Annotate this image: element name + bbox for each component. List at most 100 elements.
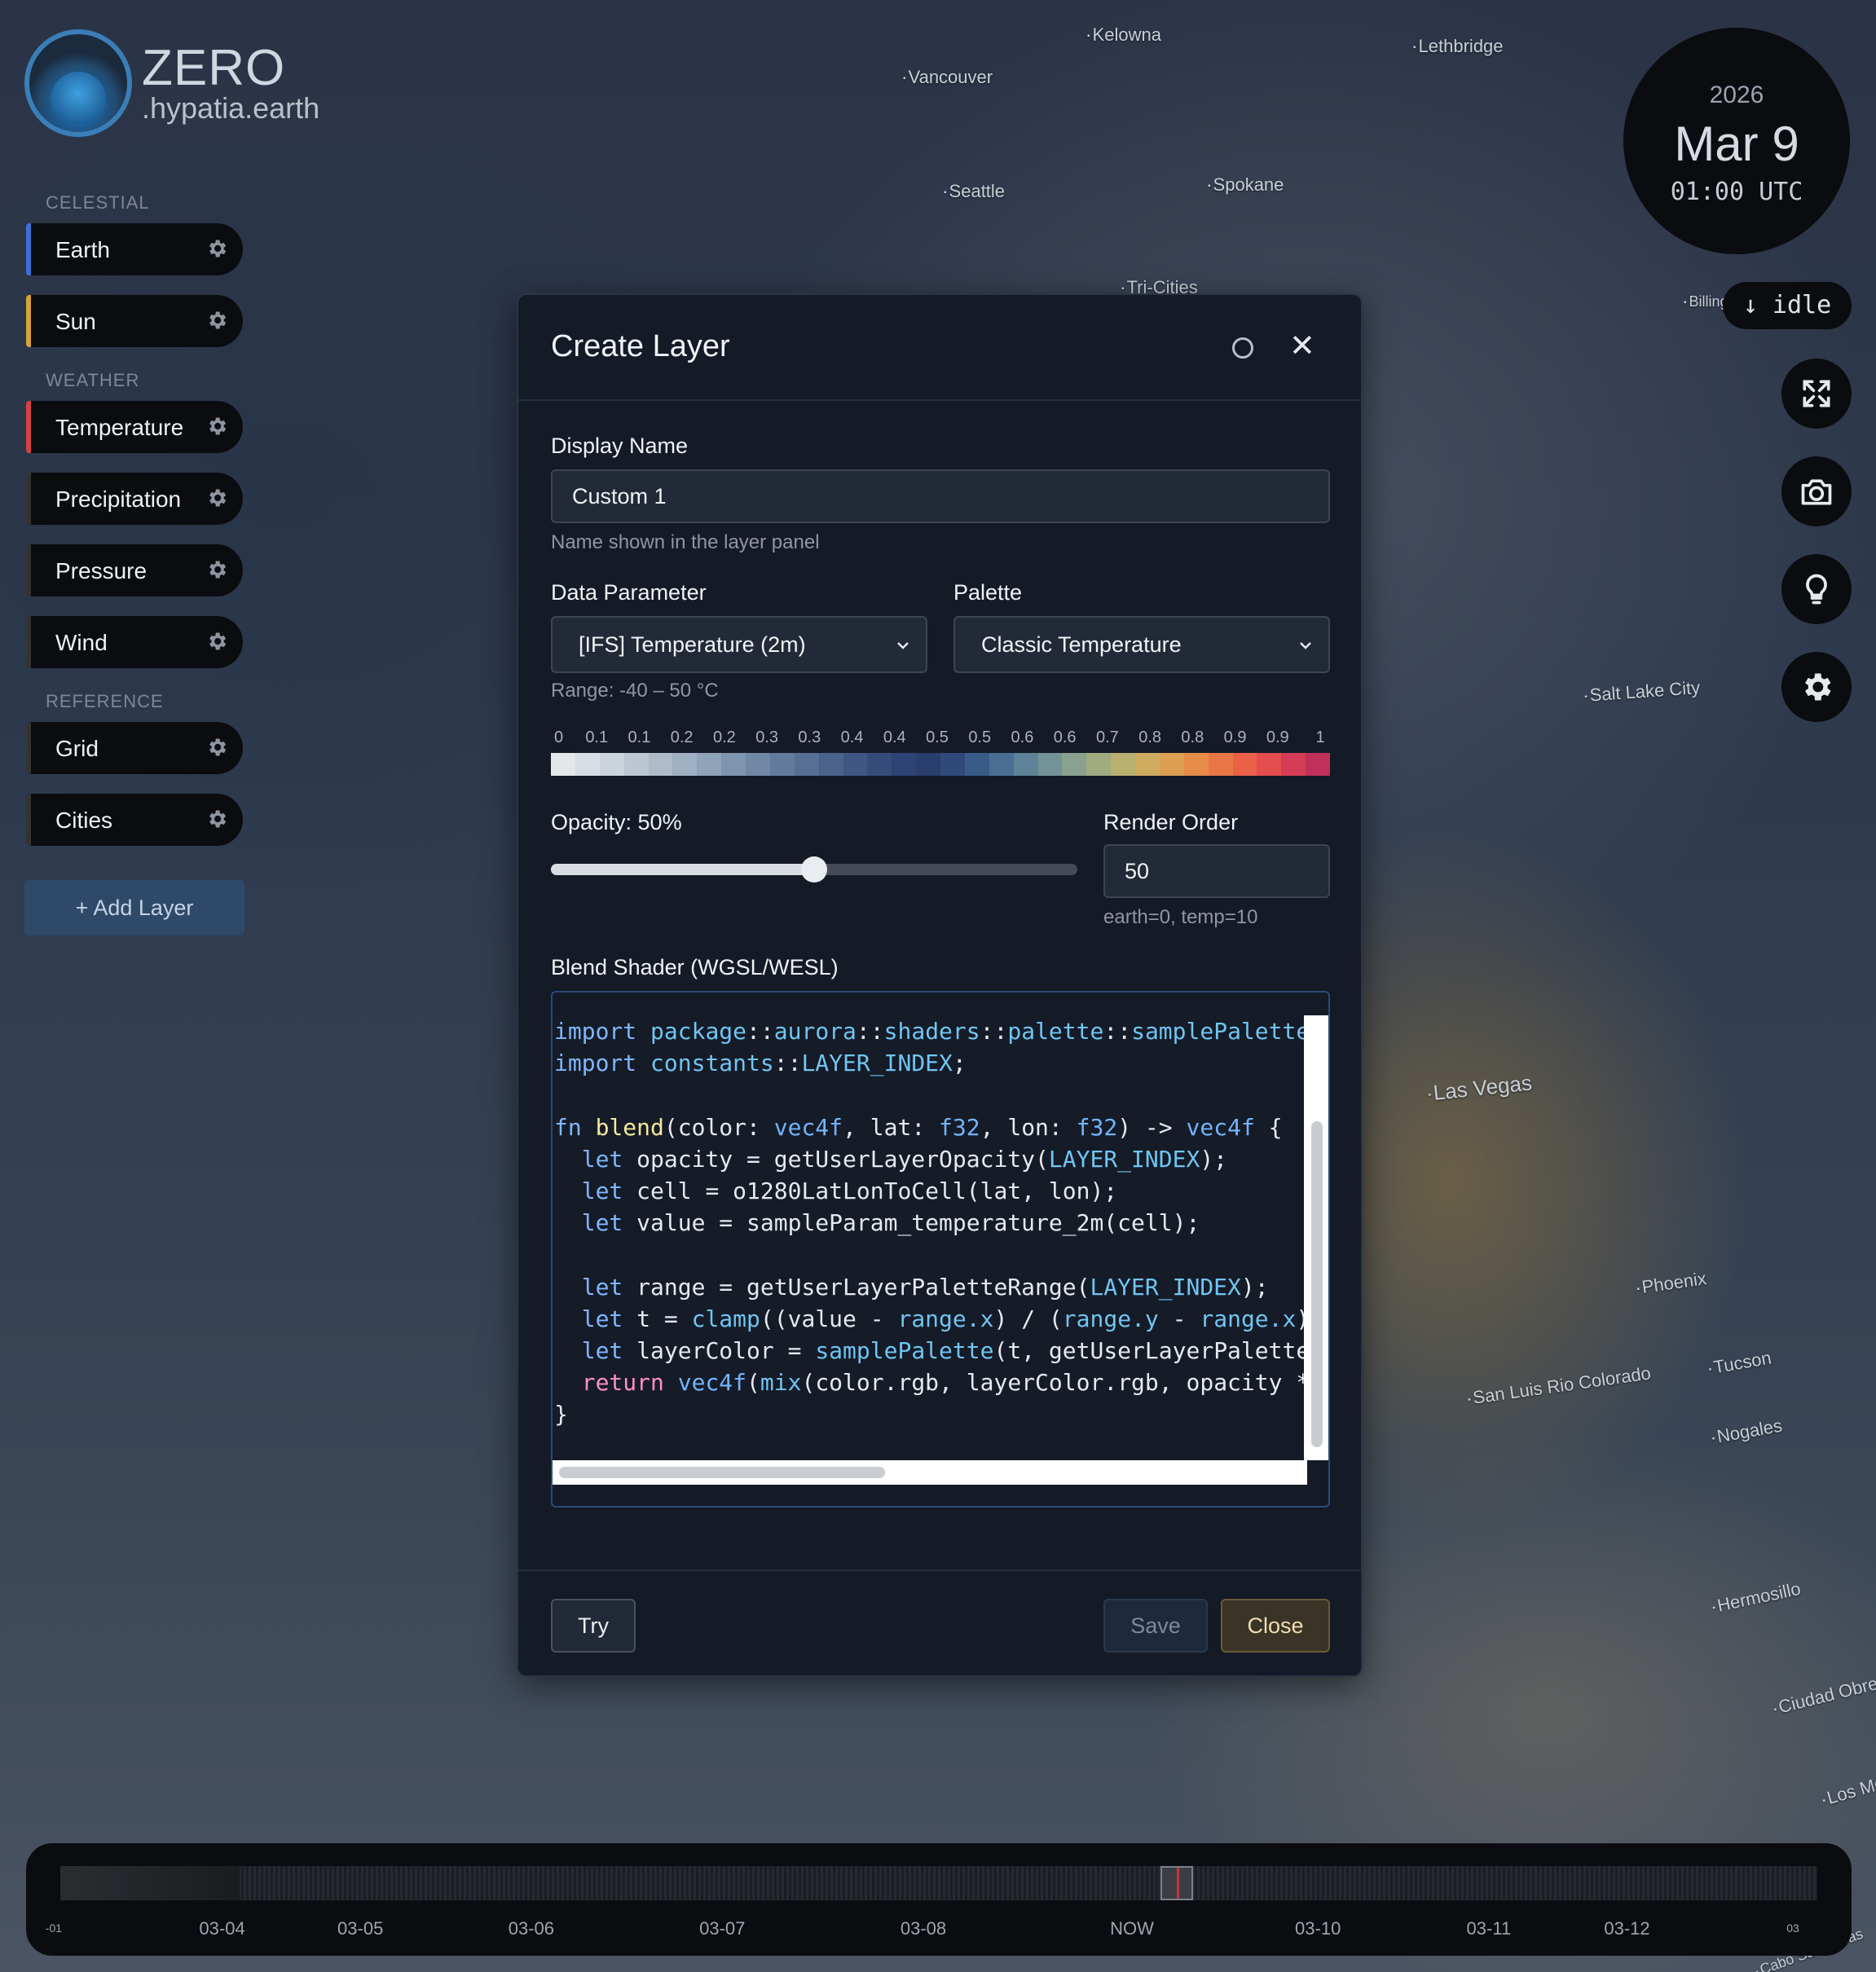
palette-tick-label: 0.4	[840, 728, 864, 746]
sidebar-item-precipitation[interactable]: Precipitation	[26, 473, 243, 525]
palette-tick-label: 0.8	[1138, 728, 1162, 746]
display-name-field[interactable]: Custom 1	[551, 469, 1330, 523]
palette-swatch	[599, 753, 624, 776]
gear-icon[interactable]	[205, 558, 228, 581]
palette-swatch	[1257, 753, 1282, 776]
code-line: let opacity = getUserLayerOpacity(LAYER_…	[581, 1145, 1228, 1173]
screenshot-button[interactable]	[1781, 456, 1852, 526]
city-label: Ciudad Obregón	[1771, 1666, 1876, 1719]
palette-tick-label: 0.1	[628, 728, 651, 746]
save-button[interactable]: Save	[1103, 1599, 1208, 1653]
render-order-field[interactable]: 50	[1103, 844, 1330, 898]
section-title-weather: WEATHER	[46, 370, 140, 390]
palette-tick-label: 0.1	[585, 728, 609, 746]
palette-swatch	[892, 753, 917, 776]
palette-swatch	[964, 753, 989, 776]
code-line: let layerColor = samplePalette(t, getUse…	[581, 1336, 1307, 1364]
city-label: Hermosillo	[1711, 1578, 1803, 1618]
code-line: return vec4f(mix(color.rgb, layerColor.r…	[581, 1369, 1307, 1397]
horizontal-scrollbar[interactable]	[553, 1460, 1307, 1485]
logo-subtitle: .hypatia.earth	[142, 91, 320, 125]
gear-icon[interactable]	[205, 808, 228, 830]
sidebar-item-sun[interactable]: Sun	[26, 295, 243, 347]
timeline-date-label: 03	[1786, 1921, 1799, 1935]
add-layer-button[interactable]: + Add Layer	[24, 880, 244, 935]
timeline-date-label: 03-05	[337, 1918, 384, 1939]
palette-swatch	[989, 753, 1014, 776]
sidebar-item-wind[interactable]: Wind	[26, 616, 243, 668]
palette-tick-label: 0.4	[883, 728, 906, 746]
render-order-label: Render Order	[1103, 810, 1239, 834]
timeline-track[interactable]	[60, 1866, 1817, 1900]
shader-code[interactable]: import package::aurora::shaders::palette…	[553, 1015, 1307, 1460]
palette-tick-label: 0.7	[1095, 728, 1119, 746]
code-line: import package::aurora::shaders::palette…	[554, 1018, 1307, 1045]
minimize-icon[interactable]	[1232, 337, 1253, 359]
logo-icon	[24, 29, 132, 137]
fullscreen-button[interactable]	[1781, 359, 1852, 429]
palette-swatch	[551, 753, 575, 776]
palette-select[interactable]: Classic Temperature	[953, 616, 1330, 673]
close-button[interactable]: Close	[1221, 1599, 1330, 1653]
palette-swatch	[1159, 753, 1184, 776]
gear-icon[interactable]	[205, 237, 228, 260]
city-label: Salt Lake City	[1583, 677, 1701, 706]
data-parameter-select[interactable]: [IFS] Temperature (2m)	[551, 616, 927, 673]
palette-swatch	[769, 753, 795, 776]
opacity-slider-thumb[interactable]	[801, 856, 827, 883]
gear-icon[interactable]	[205, 486, 228, 509]
gear-icon[interactable]	[205, 415, 228, 438]
code-line: fn blend(color: vec4f, lat: f32, lon: f3…	[554, 1113, 1283, 1141]
palette-tick-label: 0.5	[968, 728, 992, 746]
close-icon[interactable]: ✕	[1289, 328, 1315, 364]
timeline-date-label: 03-12	[1604, 1918, 1650, 1939]
scrollbar-thumb[interactable]	[559, 1467, 885, 1478]
section-title-reference: REFERENCE	[46, 691, 164, 711]
try-button[interactable]: Try	[551, 1599, 636, 1653]
timeline-date-label: 03-07	[699, 1918, 746, 1939]
settings-button[interactable]	[1781, 652, 1852, 722]
palette-tick-label: 0.8	[1181, 728, 1204, 746]
palette-tick-label: 0.2	[670, 728, 694, 746]
shader-editor[interactable]: import package::aurora::shaders::palette…	[551, 991, 1330, 1508]
timeline-date-label: 03-04	[199, 1918, 245, 1939]
timeline-cursor[interactable]	[1160, 1866, 1193, 1900]
tips-button[interactable]	[1781, 554, 1852, 624]
code-line: import constants::LAYER_INDEX;	[554, 1050, 967, 1077]
sidebar-item-cities[interactable]: Cities	[26, 794, 243, 846]
sidebar-item-label: Temperature	[55, 415, 184, 440]
vertical-scrollbar[interactable]	[1304, 1015, 1328, 1460]
scrollbar-thumb[interactable]	[1311, 1121, 1323, 1447]
timeline-date-label: 03-11	[1466, 1918, 1512, 1939]
timeline[interactable]: -01 03-04 03-05 03-06 03-07 03-08 NOW 03-10 03-1…	[26, 1843, 1852, 1956]
logo-title: ZERO	[142, 40, 286, 96]
palette-swatch	[1183, 753, 1209, 776]
city-label: Las Vegas	[1427, 1070, 1534, 1106]
palette-tick-label: 0.6	[1053, 728, 1077, 746]
palette-tick-label: 1	[1315, 728, 1325, 746]
palette-swatch	[1208, 753, 1233, 776]
opacity-slider[interactable]	[551, 856, 1077, 883]
palette-swatch	[1281, 753, 1306, 776]
gear-icon[interactable]	[205, 736, 228, 759]
palette-swatch	[672, 753, 698, 776]
palette-label: Palette	[953, 580, 1023, 605]
palette-swatch	[843, 753, 868, 776]
sidebar-item-grid[interactable]: Grid	[26, 722, 243, 774]
dialog-title: Create Layer	[551, 329, 730, 363]
data-parameter-label: Data Parameter	[551, 580, 707, 605]
gear-icon[interactable]	[205, 309, 228, 332]
opacity-slider-fill	[551, 864, 814, 875]
date-display[interactable]: 2026 Mar 9 01:00 UTC	[1623, 28, 1850, 254]
palette-swatch	[940, 753, 965, 776]
city-label: Tucson	[1706, 1347, 1773, 1379]
sidebar-item-temperature[interactable]: Temperature	[26, 401, 243, 453]
date-day: Mar 9	[1674, 117, 1799, 171]
sidebar-item-earth[interactable]: Earth	[26, 223, 243, 275]
palette-swatch	[1013, 753, 1038, 776]
city-label: Los Mochis	[1820, 1763, 1876, 1810]
sidebar-item-label: Precipitation	[55, 486, 182, 512]
sidebar-item-pressure[interactable]: Pressure	[26, 544, 243, 596]
city-label: Lethbridge	[1413, 36, 1504, 57]
gear-icon[interactable]	[205, 630, 228, 653]
